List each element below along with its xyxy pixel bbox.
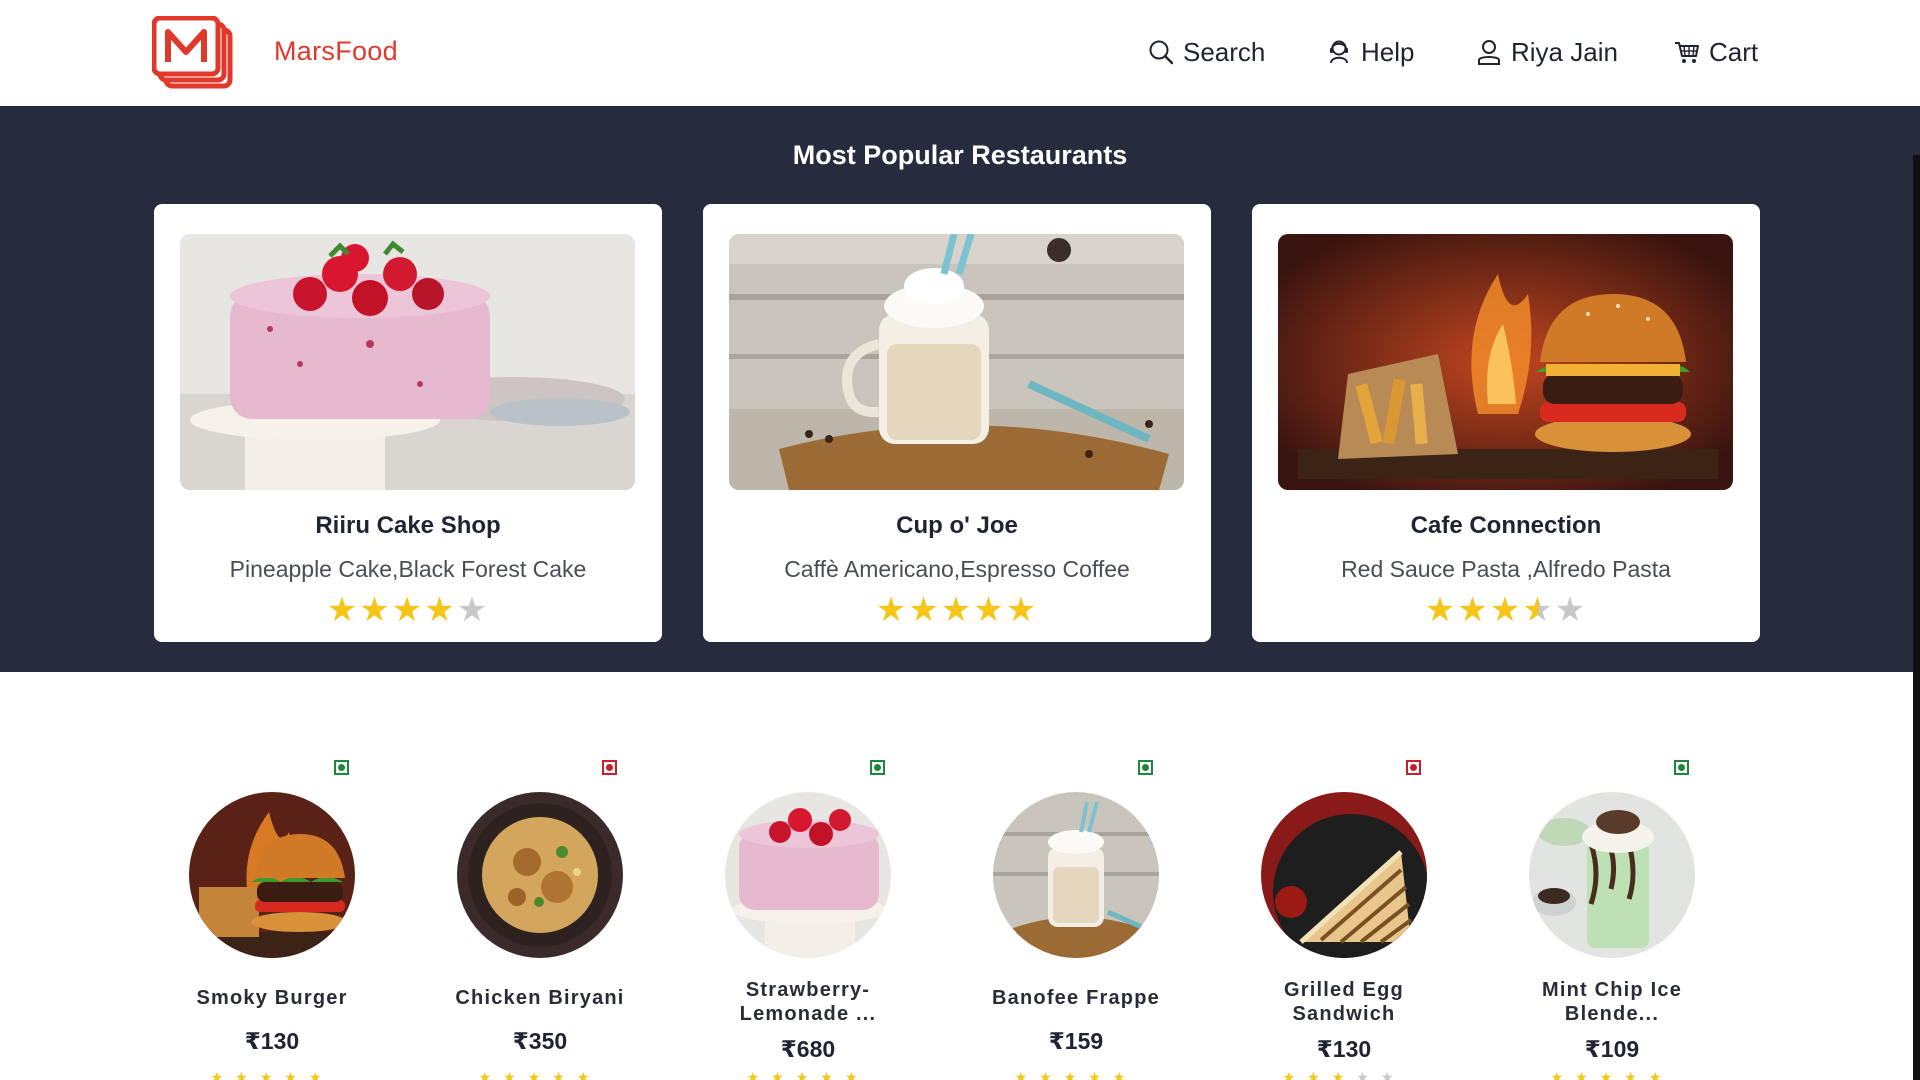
dish-name: Banofee Frappe	[992, 987, 1160, 1009]
dish-card[interactable]: Strawberry-Lemonade ... ₹680 ★★★★★	[674, 760, 914, 1080]
nav-search-label: Search	[1183, 36, 1266, 67]
nonveg-indicator	[1406, 760, 1421, 775]
veg-indicator	[1138, 760, 1153, 775]
rating-stars: ★★★★★	[1252, 590, 1760, 630]
rating-stars: ★★★★★	[703, 590, 1211, 630]
restaurant-name: Cafe Connection	[1410, 512, 1602, 539]
strawberry-cake-icon	[180, 234, 635, 490]
dish-price: ₹680	[780, 1036, 836, 1062]
restaurant-dishes: Pineapple Cake,Black Forest Cake	[229, 556, 587, 582]
restaurant-card[interactable]: Riiru Cake Shop Pineapple Cake,Black For…	[154, 204, 662, 642]
star-icon: ★	[940, 591, 974, 629]
sandwich-icon	[1261, 792, 1427, 958]
cake-icon	[725, 792, 891, 958]
star-icon: ★	[908, 591, 941, 629]
star-icon: ★	[359, 591, 392, 629]
dish-price: ₹130	[1316, 1036, 1372, 1062]
nav-user-label: Riya Jain	[1511, 36, 1618, 67]
dish-rating-stars: ★★★★★	[210, 1072, 334, 1080]
star-icon: ★	[391, 591, 425, 629]
dish-price: ₹130	[244, 1028, 300, 1054]
nonveg-indicator	[602, 760, 617, 775]
star-icon: ★	[326, 591, 360, 629]
veg-indicator	[1674, 760, 1689, 775]
dish-image	[725, 792, 891, 958]
restaurant-image	[180, 234, 635, 490]
burger-icon	[189, 792, 355, 958]
marsfood-logo[interactable]	[151, 15, 234, 90]
restaurant-dishes: Caffè Americano,Espresso Coffee	[784, 556, 1130, 582]
restaurant-dishes: Red Sauce Pasta ,Alfredo Pasta	[1341, 556, 1671, 582]
dish-card[interactable]: Grilled Egg Sandwich ₹130 ★★★★★	[1210, 760, 1450, 1080]
veg-indicator	[870, 760, 885, 775]
dish-name: Chicken Biryani	[455, 987, 625, 1009]
dish-price: ₹109	[1584, 1036, 1640, 1062]
brand-name[interactable]: MarsFood	[274, 36, 398, 67]
popular-restaurants-section: Most Popular Restaurants Riiru Cake Shop…	[0, 106, 1920, 672]
dish-price: ₹159	[1048, 1028, 1104, 1054]
restaurant-image	[1278, 234, 1733, 490]
nav-help-label: Help	[1361, 36, 1415, 67]
star-icon: ★	[424, 591, 457, 629]
biryani-icon	[457, 792, 623, 958]
dish-image	[993, 792, 1159, 958]
dish-rating-stars: ★★★★★	[746, 1072, 870, 1080]
star-icon: ★	[973, 591, 1006, 629]
help-icon	[1330, 40, 1348, 64]
nav-help[interactable]: Help	[1326, 34, 1414, 70]
star-icon: ★	[1489, 591, 1523, 629]
dish-card[interactable]: Smoky Burger ₹130 ★★★★★	[138, 760, 378, 1080]
dish-image	[1529, 792, 1695, 958]
dish-card[interactable]: Mint Chip Ice Blende... ₹109 ★★★★★	[1478, 760, 1718, 1080]
dish-rating-stars: ★★★★★	[1014, 1072, 1138, 1080]
user-icon	[1478, 40, 1500, 65]
star-icon: ★	[1005, 591, 1039, 629]
frappe-icon	[993, 792, 1159, 958]
dish-name: Grilled Egg Sandwich	[1284, 979, 1404, 1025]
burger-fries-icon	[1278, 234, 1733, 490]
nav-cart-label: Cart	[1709, 36, 1759, 67]
cart-icon	[1675, 42, 1699, 63]
star-icon: ★	[1457, 591, 1490, 629]
nav-search[interactable]: Search	[1148, 34, 1265, 70]
dish-rating-stars: ★★★★★	[1282, 1072, 1406, 1080]
dish-card[interactable]: Chicken Biryani ₹350 ★★★★★	[406, 760, 646, 1080]
restaurant-name: Cup o' Joe	[896, 512, 1018, 539]
dish-image	[457, 792, 623, 958]
rating-stars: ★★★★★	[154, 590, 662, 630]
star-icon: ★	[456, 591, 490, 629]
dish-name: Smoky Burger	[196, 987, 348, 1009]
dish-rating-stars: ★★★★★	[1550, 1072, 1674, 1080]
star-icon: ★	[875, 591, 909, 629]
restaurant-image	[729, 234, 1184, 490]
mint-shake-icon	[1529, 792, 1695, 958]
section-title: Most Popular Restaurants	[792, 140, 1128, 170]
dish-card[interactable]: Banofee Frappe ₹159 ★★★★★	[942, 760, 1182, 1080]
star-icon: ★	[1554, 591, 1588, 629]
dish-rating-stars: ★★★★★	[478, 1072, 602, 1080]
nav-user[interactable]: Riya Jain	[1476, 34, 1618, 70]
restaurant-card[interactable]: Cafe Connection Red Sauce Pasta ,Alfredo…	[1252, 204, 1760, 642]
dish-price: ₹350	[512, 1028, 568, 1054]
dish-name: Strawberry-Lemonade ...	[739, 979, 877, 1025]
star-icon: ★	[1424, 591, 1458, 629]
dish-name: Mint Chip Ice Blende...	[1541, 979, 1683, 1025]
veg-indicator	[334, 760, 349, 775]
restaurant-card[interactable]: Cup o' Joe Caffè Americano,Espresso Coff…	[703, 204, 1211, 642]
search-icon	[1149, 40, 1174, 65]
scrollbar[interactable]	[1913, 155, 1920, 1080]
header: MarsFood Search Help Riya Jain Cart	[0, 0, 1920, 106]
dish-image	[189, 792, 355, 958]
restaurant-name: Riiru Cake Shop	[315, 512, 501, 539]
dish-image	[1261, 792, 1427, 958]
milkshake-jar-icon	[729, 234, 1184, 490]
star-icon: ★	[1522, 591, 1555, 629]
nav-cart[interactable]: Cart	[1674, 34, 1758, 70]
